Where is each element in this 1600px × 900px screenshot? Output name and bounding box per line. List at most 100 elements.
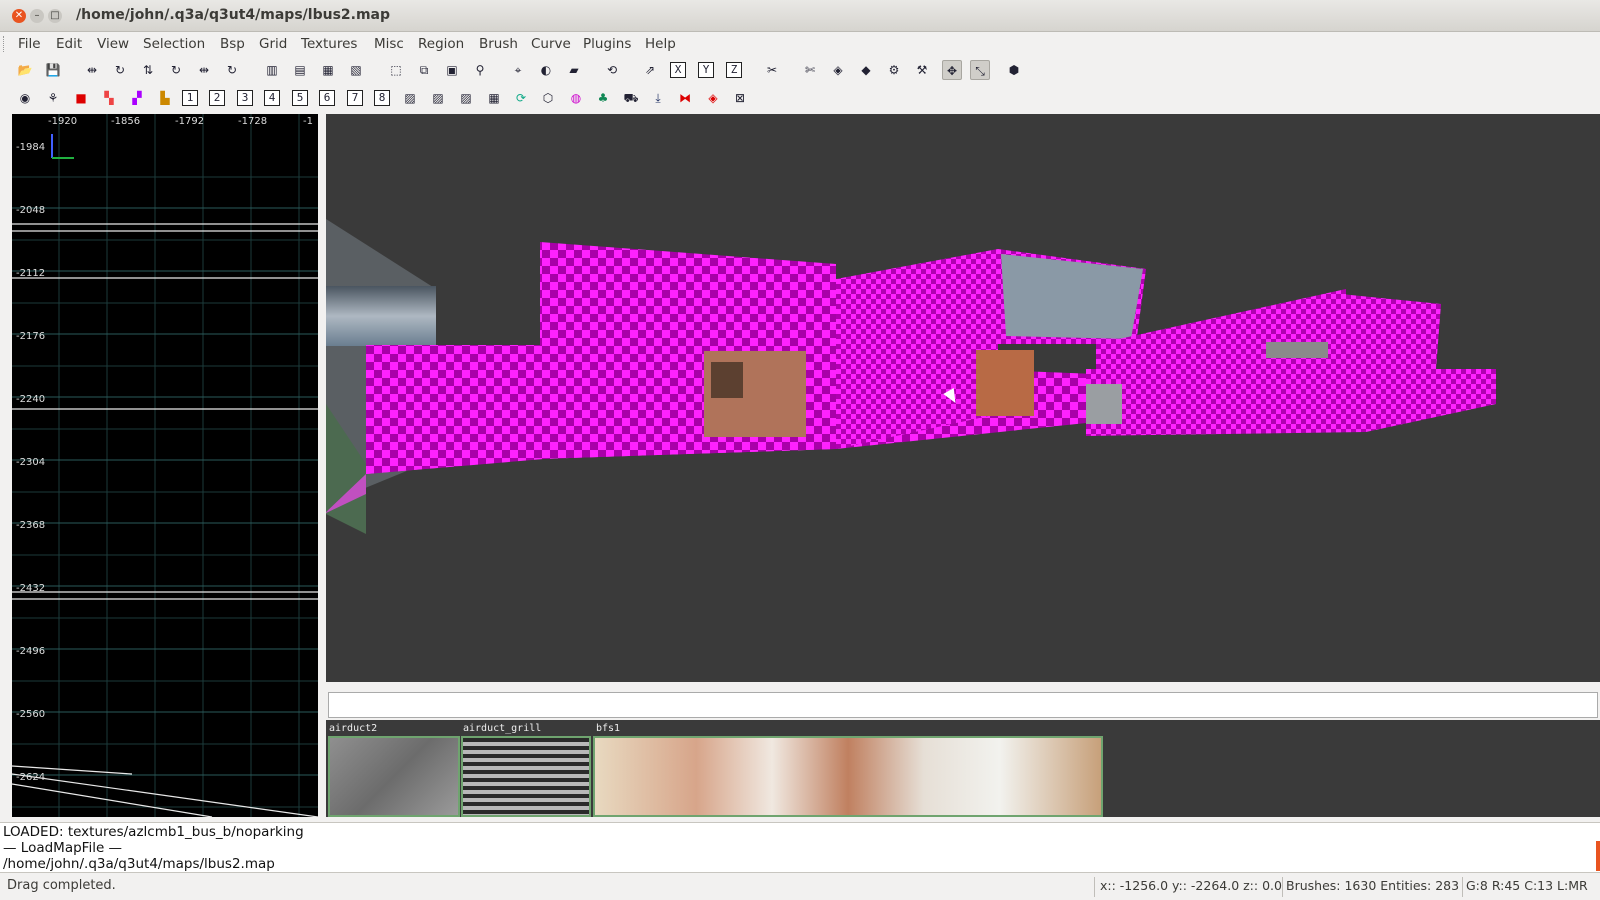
vehicle-icon[interactable]: ⛟: [621, 88, 641, 108]
merge-red-icon[interactable]: ◈: [703, 88, 723, 108]
menu-selection[interactable]: Selection: [143, 36, 205, 52]
brush-cleanup-icon[interactable]: ▦: [484, 88, 504, 108]
filter-2-button[interactable]: 2: [209, 90, 225, 106]
axis-x-button[interactable]: X: [670, 62, 686, 78]
filter-7-button[interactable]: 7: [347, 90, 363, 106]
texture-thumbnail[interactable]: [328, 736, 460, 817]
grid-y-label: -2176: [16, 331, 46, 342]
patch-drill-icon[interactable]: ⚒: [912, 60, 932, 80]
prefab-3-icon[interactable]: ▨: [456, 88, 476, 108]
rotate-cw-icon[interactable]: ⟳: [511, 88, 531, 108]
rotate-y-icon[interactable]: ↻: [166, 60, 186, 80]
scene-render: [326, 219, 1496, 534]
filter-8-button[interactable]: 8: [374, 90, 390, 106]
texture-name: airduct2: [329, 723, 378, 734]
menu-curve[interactable]: Curve: [531, 36, 571, 52]
texture-browser[interactable]: airduct2 airduct_grill bfs1: [326, 720, 1600, 817]
grid-y-label: -2048: [16, 205, 46, 216]
show-entities-icon[interactable]: ✄: [800, 60, 820, 80]
shader-icon[interactable]: ◍: [566, 88, 586, 108]
select-complete-tall-icon[interactable]: ▥: [262, 60, 282, 80]
csg-hollow-icon[interactable]: ⬚: [386, 60, 406, 80]
drop-icon[interactable]: ⤓: [648, 88, 668, 108]
change-views-icon[interactable]: ⌖: [508, 60, 528, 80]
menu-plugins[interactable]: Plugins: [583, 36, 631, 52]
grid-2d-view[interactable]: -1920 -1856 -1792 -1728 -1 -1984 -2048 -…: [12, 114, 318, 817]
open-folder-icon[interactable]: 📂: [15, 60, 35, 80]
prefab-icon[interactable]: ▨: [400, 88, 420, 108]
filter-5-button[interactable]: 5: [292, 90, 308, 106]
texture-thumbnail[interactable]: [461, 736, 591, 817]
gen-surf-icon[interactable]: ⚘: [43, 88, 63, 108]
grid-y-label: -2368: [16, 520, 46, 531]
minimize-window-button[interactable]: –: [30, 9, 44, 23]
select-touching-icon[interactable]: ▤: [290, 60, 310, 80]
refresh-models-icon[interactable]: ⟲: [602, 60, 622, 80]
texture-lock-icon[interactable]: ◐: [536, 60, 556, 80]
plugin-icon[interactable]: ⬢: [1004, 60, 1024, 80]
menu-misc[interactable]: Misc: [374, 36, 404, 52]
polygon-icon[interactable]: ⬡: [538, 88, 558, 108]
menu-region[interactable]: Region: [418, 36, 464, 52]
clipper-icon[interactable]: ⚲: [470, 60, 490, 80]
vertex-edit-icon[interactable]: ⤡: [970, 60, 990, 80]
patch-bend-icon[interactable]: ◈: [828, 60, 848, 80]
filter-3-button[interactable]: 3: [237, 90, 253, 106]
rotate-z-icon[interactable]: ↻: [222, 60, 242, 80]
texture-purple-icon[interactable]: ▞: [127, 88, 147, 108]
menu-edit[interactable]: Edit: [56, 36, 82, 52]
split-red-icon[interactable]: ⧓: [675, 88, 695, 108]
csg-merge-icon[interactable]: ▣: [442, 60, 462, 80]
camera-3d-view[interactable]: [326, 114, 1600, 682]
flip-y-icon[interactable]: ⇅: [138, 60, 158, 80]
maximize-window-button[interactable]: □: [48, 9, 62, 23]
camera-icon[interactable]: ▰: [564, 60, 584, 80]
rotate-x-icon[interactable]: ↻: [110, 60, 130, 80]
texture-gold-icon[interactable]: ▙: [155, 88, 175, 108]
status-message: Drag completed.: [7, 878, 116, 893]
texture-thumbnail[interactable]: [593, 736, 1103, 817]
axis-z-button[interactable]: Z: [726, 62, 742, 78]
close-window-button[interactable]: ✕: [12, 9, 26, 23]
menu-grid[interactable]: Grid: [259, 36, 287, 52]
tree-icon[interactable]: ♣: [593, 88, 613, 108]
grid-y-label: -2304: [16, 457, 46, 468]
save-icon[interactable]: 💾: [43, 60, 63, 80]
texture-red-icon[interactable]: ■: [71, 88, 91, 108]
status-bar: Drag completed. x:: -1256.0 y:: -2264.0 …: [0, 872, 1600, 900]
window-title: /home/john/.q3a/q3ut4/maps/lbus2.map: [76, 7, 391, 23]
drag-entity-icon[interactable]: ✥: [942, 60, 962, 80]
csg-subtract-icon[interactable]: ⧉: [414, 60, 434, 80]
no-region-icon[interactable]: ⊠: [730, 88, 750, 108]
texture-split-icon[interactable]: ▚: [99, 88, 119, 108]
translate-icon[interactable]: ⇗: [640, 60, 660, 80]
filter-1-button[interactable]: 1: [182, 90, 198, 106]
prefab-2-icon[interactable]: ▨: [428, 88, 448, 108]
grid-y-label: -2240: [16, 394, 46, 405]
bobtoolz-icon[interactable]: ◉: [15, 88, 35, 108]
select-partial-tall-icon[interactable]: ▦: [318, 60, 338, 80]
menu-bsp[interactable]: Bsp: [220, 36, 245, 52]
flip-x-icon[interactable]: ⇹: [82, 60, 102, 80]
filter-6-button[interactable]: 6: [319, 90, 335, 106]
menu-file[interactable]: File: [18, 36, 41, 52]
grid-y-label: -2112: [16, 268, 46, 279]
menu-brush[interactable]: Brush: [479, 36, 518, 52]
patch-thicken-icon[interactable]: ⚙: [884, 60, 904, 80]
status-coordinates: x:: -1256.0 y:: -2264.0 z:: 0.0: [1100, 878, 1282, 893]
menu-view[interactable]: View: [97, 36, 129, 52]
axis-y-button[interactable]: Y: [698, 62, 714, 78]
patch-weld-icon[interactable]: ◆: [856, 60, 876, 80]
menu-textures[interactable]: Textures: [301, 36, 357, 52]
console-line: — LoadMapFile —: [3, 840, 123, 856]
filter-4-button[interactable]: 4: [264, 90, 280, 106]
console-scrollbar[interactable]: [1596, 841, 1600, 871]
texture-filter-input[interactable]: [328, 692, 1598, 718]
texture-name: airduct_grill: [463, 723, 542, 734]
cubic-clip-icon[interactable]: ✂: [762, 60, 782, 80]
grid-y-label: -2496: [16, 646, 46, 657]
flip-z-icon[interactable]: ⇹: [194, 60, 214, 80]
menu-help[interactable]: Help: [645, 36, 676, 52]
select-inside-icon[interactable]: ▧: [346, 60, 366, 80]
menubar-grip[interactable]: [3, 36, 6, 52]
